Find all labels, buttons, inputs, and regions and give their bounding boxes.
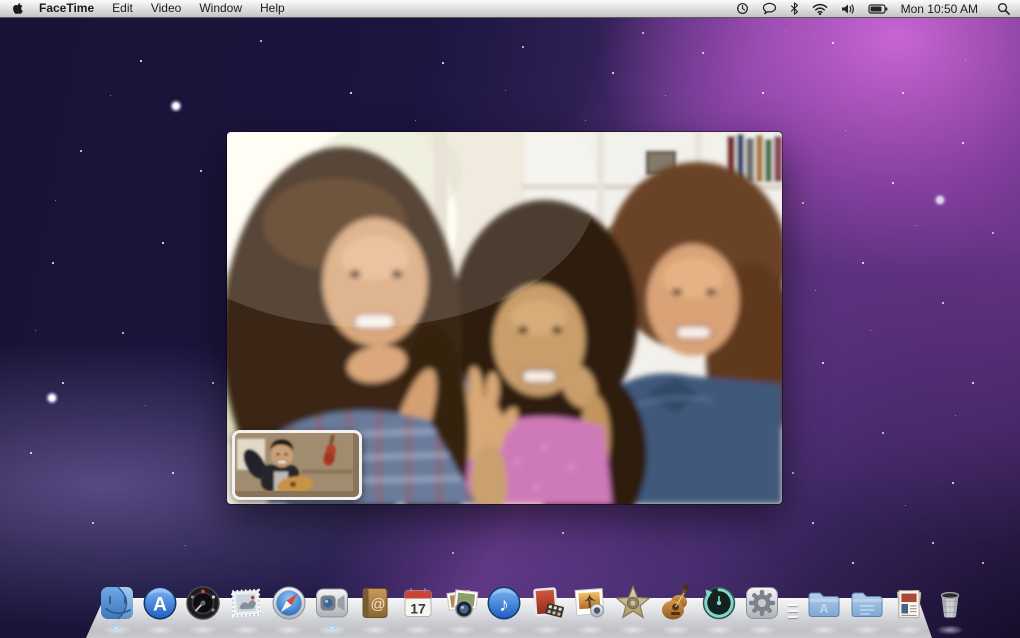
garageband-icon bbox=[656, 583, 696, 623]
volume-menu-icon[interactable] bbox=[841, 0, 855, 17]
dock-separator bbox=[785, 583, 801, 623]
svg-text:@: @ bbox=[370, 596, 385, 613]
time-machine-icon bbox=[699, 583, 739, 623]
ichat-menu-icon[interactable] bbox=[762, 0, 777, 17]
idvd-icon bbox=[613, 583, 653, 623]
local-preview-scene bbox=[235, 433, 353, 491]
local-video-pip[interactable] bbox=[232, 430, 362, 500]
dock-item-facetime[interactable] bbox=[312, 583, 352, 623]
iphoto-icon bbox=[570, 583, 610, 623]
dock-item-trash[interactable] bbox=[931, 585, 969, 623]
itunes-icon: ♪ bbox=[484, 583, 524, 623]
apple-logo-icon bbox=[13, 2, 24, 15]
bright-star bbox=[933, 193, 947, 207]
svg-text:♪: ♪ bbox=[499, 594, 509, 616]
dock-item-time-machine[interactable] bbox=[699, 583, 739, 623]
svg-text:A: A bbox=[819, 601, 829, 616]
menu-bar: FaceTime Edit Video Window Help bbox=[0, 0, 1020, 18]
menu-help[interactable]: Help bbox=[251, 0, 294, 17]
facetime-window[interactable] bbox=[227, 132, 782, 504]
dock-item-garageband[interactable] bbox=[656, 583, 696, 623]
menu-edit[interactable]: Edit bbox=[103, 0, 142, 17]
svg-text:A: A bbox=[153, 595, 167, 616]
time-machine-menu-icon[interactable] bbox=[736, 0, 749, 17]
dock-item-idvd[interactable] bbox=[613, 583, 653, 623]
dock-item-iphoto[interactable] bbox=[570, 583, 610, 623]
menu-facetime[interactable]: FaceTime bbox=[32, 0, 103, 17]
ical-icon: 17 bbox=[398, 583, 438, 623]
address-book-icon: @ bbox=[355, 583, 395, 623]
bright-star bbox=[169, 99, 183, 113]
menu-video[interactable]: Video bbox=[142, 0, 190, 17]
wifi-menu-icon[interactable] bbox=[812, 0, 828, 17]
document-stack-icon bbox=[890, 585, 928, 623]
dock: A bbox=[0, 592, 1020, 638]
dock-item-mail[interactable] bbox=[226, 583, 266, 623]
dock-item-ical[interactable]: 17 bbox=[398, 583, 438, 623]
battery-menu-icon[interactable] bbox=[868, 0, 888, 17]
menu-clock[interactable]: Mon 10:50 AM bbox=[901, 2, 978, 16]
spotlight-icon[interactable] bbox=[997, 0, 1010, 17]
mail-icon bbox=[226, 583, 266, 623]
dock-item-photo-booth[interactable] bbox=[441, 583, 481, 623]
safari-icon bbox=[269, 583, 309, 623]
dock-item-address-book[interactable]: @ bbox=[355, 583, 395, 623]
running-indicator-facetime bbox=[326, 626, 337, 630]
dock-item-system-preferences[interactable] bbox=[742, 583, 782, 623]
finder-icon bbox=[97, 583, 137, 623]
desktop: FaceTime Edit Video Window Help bbox=[0, 0, 1020, 638]
dashboard-icon bbox=[183, 583, 223, 623]
trash-icon bbox=[931, 585, 969, 623]
running-indicator-finder bbox=[111, 626, 122, 630]
bright-star bbox=[45, 391, 59, 405]
dock-item-applications-folder[interactable]: A bbox=[804, 583, 844, 623]
svg-text:17: 17 bbox=[410, 601, 426, 617]
applications-folder-icon: A bbox=[804, 583, 844, 623]
dock-item-app-store[interactable]: A bbox=[140, 583, 180, 623]
documents-folder-icon bbox=[847, 583, 887, 623]
photo-booth-icon bbox=[441, 583, 481, 623]
dock-item-dashboard[interactable] bbox=[183, 583, 223, 623]
system-preferences-icon bbox=[742, 583, 782, 623]
dock-item-documents-folder[interactable] bbox=[847, 583, 887, 623]
dock-item-finder[interactable] bbox=[97, 583, 137, 623]
dock-item-itunes[interactable]: ♪ bbox=[484, 583, 524, 623]
bluetooth-menu-icon[interactable] bbox=[790, 0, 799, 17]
apple-menu[interactable] bbox=[0, 0, 32, 17]
facetime-icon bbox=[312, 583, 352, 623]
dock-item-document-stack[interactable] bbox=[890, 585, 928, 623]
dock-item-imovie[interactable] bbox=[527, 583, 567, 623]
dock-item-safari[interactable] bbox=[269, 583, 309, 623]
app-store-icon: A bbox=[140, 583, 180, 623]
imovie-icon bbox=[527, 583, 567, 623]
menu-window[interactable]: Window bbox=[190, 0, 251, 17]
